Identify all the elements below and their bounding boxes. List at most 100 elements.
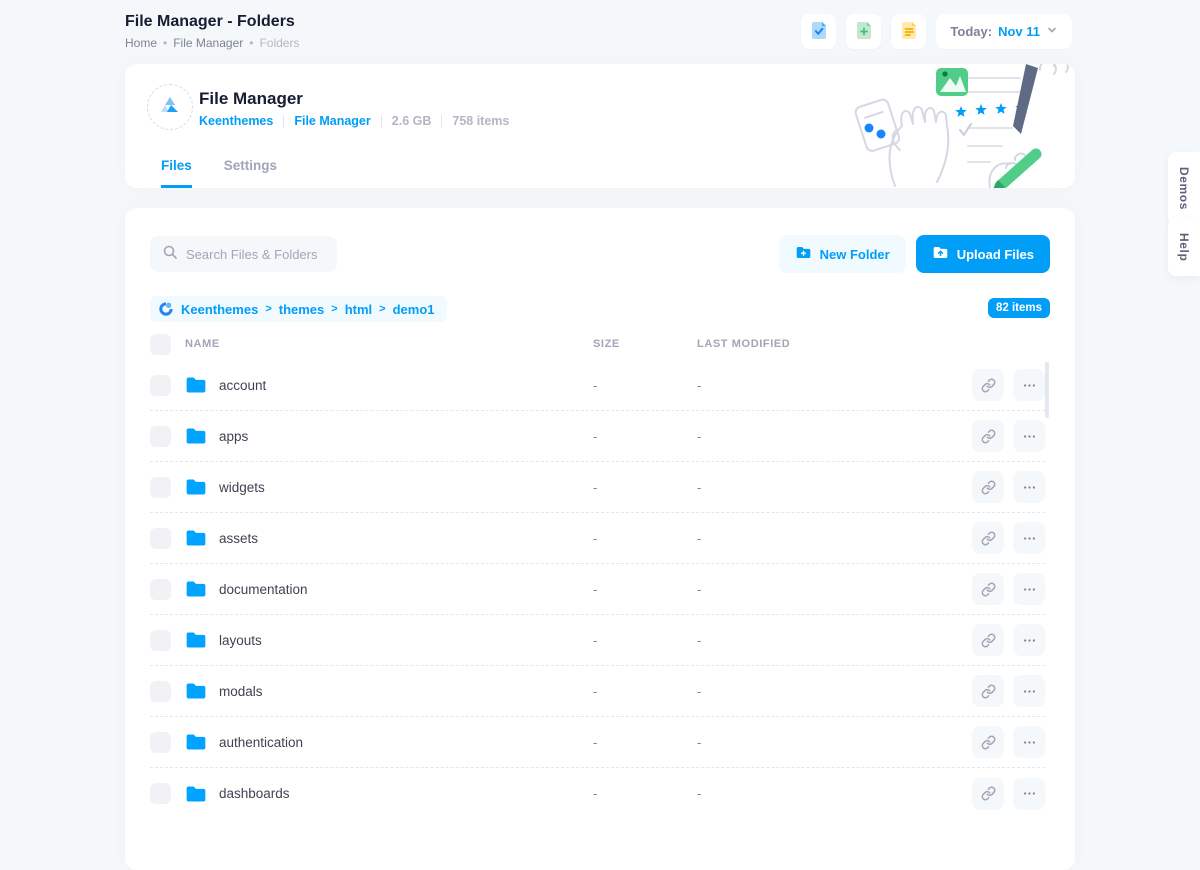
- file-name[interactable]: modals: [219, 684, 263, 699]
- row-checkbox[interactable]: [150, 630, 171, 651]
- folder-icon: [185, 731, 207, 753]
- path-separator: >: [331, 303, 337, 315]
- demos-side-tab[interactable]: Demos: [1168, 152, 1200, 225]
- file-size: -: [593, 429, 697, 444]
- row-checkbox[interactable]: [150, 375, 171, 396]
- folder-icon: [185, 476, 207, 498]
- column-header-size: SIZE: [593, 338, 697, 350]
- hero-meta: Keenthemes File Manager 2.6 GB 758 items: [199, 114, 509, 128]
- folder-icon: [185, 680, 207, 702]
- hero-title: File Manager: [199, 89, 303, 109]
- row-menu-button[interactable]: [1013, 726, 1045, 758]
- copy-link-button[interactable]: [972, 675, 1004, 707]
- date-label: Today:: [950, 24, 992, 39]
- row-checkbox[interactable]: [150, 732, 171, 753]
- new-folder-button[interactable]: New Folder: [779, 235, 906, 273]
- app-link[interactable]: File Manager: [294, 114, 370, 128]
- link-icon: [981, 429, 996, 444]
- copy-link-button[interactable]: [972, 726, 1004, 758]
- link-icon: [981, 378, 996, 393]
- file-size: -: [593, 582, 697, 597]
- file-name[interactable]: layouts: [219, 633, 262, 648]
- row-menu-button[interactable]: [1013, 624, 1045, 656]
- table-header: NAME SIZE LAST MODIFIED: [150, 330, 1045, 358]
- copy-link-button[interactable]: [972, 369, 1004, 401]
- divider: [283, 115, 284, 128]
- copy-link-button[interactable]: [972, 624, 1004, 656]
- row-checkbox[interactable]: [150, 426, 171, 447]
- file-lines-button[interactable]: [891, 14, 926, 49]
- path-segment-themes[interactable]: themes: [279, 302, 325, 317]
- path-breadcrumb: Keenthemes > themes > html > demo1: [150, 296, 447, 322]
- search-icon: [162, 244, 178, 265]
- ellipsis-icon: [1022, 531, 1037, 546]
- file-check-button[interactable]: [801, 14, 836, 49]
- table-row[interactable]: widgets - -: [150, 462, 1045, 513]
- table-row[interactable]: authentication - -: [150, 717, 1045, 768]
- row-menu-button[interactable]: [1013, 369, 1045, 401]
- row-checkbox[interactable]: [150, 528, 171, 549]
- row-checkbox[interactable]: [150, 783, 171, 804]
- row-checkbox[interactable]: [150, 477, 171, 498]
- copy-link-button[interactable]: [972, 471, 1004, 503]
- header-actions: Today: Nov 11: [801, 14, 1072, 49]
- copy-link-button[interactable]: [972, 420, 1004, 452]
- row-menu-button[interactable]: [1013, 420, 1045, 452]
- path-segment-html[interactable]: html: [345, 302, 372, 317]
- breadcrumb-file-manager[interactable]: File Manager: [173, 36, 243, 50]
- file-name[interactable]: widgets: [219, 480, 265, 495]
- table-row[interactable]: layouts - -: [150, 615, 1045, 666]
- file-name[interactable]: assets: [219, 531, 258, 546]
- file-name[interactable]: authentication: [219, 735, 303, 750]
- folder-icon: [185, 374, 207, 396]
- file-size: -: [593, 480, 697, 495]
- keenthemes-logo-icon: [158, 93, 182, 122]
- row-menu-button[interactable]: [1013, 573, 1045, 605]
- search-input[interactable]: [186, 247, 362, 262]
- table-row[interactable]: dashboards - -: [150, 768, 1045, 819]
- file-lines-icon: [899, 20, 919, 43]
- ellipsis-icon: [1022, 429, 1037, 444]
- file-modified: -: [697, 582, 969, 597]
- tab-files[interactable]: Files: [161, 158, 192, 188]
- table-row[interactable]: assets - -: [150, 513, 1045, 564]
- row-menu-button[interactable]: [1013, 522, 1045, 554]
- folder-plus-icon: [795, 244, 812, 264]
- date-picker-button[interactable]: Today: Nov 11: [936, 14, 1072, 49]
- copy-link-button[interactable]: [972, 778, 1004, 810]
- file-size: -: [593, 531, 697, 546]
- file-size: -: [593, 378, 697, 393]
- ellipsis-icon: [1022, 378, 1037, 393]
- file-plus-button[interactable]: [846, 14, 881, 49]
- file-modified: -: [697, 480, 969, 495]
- row-checkbox[interactable]: [150, 681, 171, 702]
- link-icon: [981, 684, 996, 699]
- table-row[interactable]: modals - -: [150, 666, 1045, 717]
- copy-link-button[interactable]: [972, 573, 1004, 605]
- file-name[interactable]: account: [219, 378, 266, 393]
- breadcrumb-home[interactable]: Home: [125, 36, 157, 50]
- table-scrollbar[interactable]: [1045, 362, 1049, 418]
- row-menu-button[interactable]: [1013, 471, 1045, 503]
- org-link[interactable]: Keenthemes: [199, 114, 273, 128]
- tab-settings[interactable]: Settings: [224, 158, 277, 188]
- row-checkbox[interactable]: [150, 579, 171, 600]
- file-name[interactable]: apps: [219, 429, 248, 444]
- total-items: 758 items: [452, 114, 509, 128]
- new-folder-label: New Folder: [820, 247, 890, 262]
- table-row[interactable]: documentation - -: [150, 564, 1045, 615]
- file-modified: -: [697, 735, 969, 750]
- path-segment-keenthemes[interactable]: Keenthemes: [181, 302, 258, 317]
- row-menu-button[interactable]: [1013, 778, 1045, 810]
- table-row[interactable]: account - -: [150, 360, 1045, 411]
- select-all-checkbox[interactable]: [150, 334, 171, 355]
- file-name[interactable]: dashboards: [219, 786, 290, 801]
- path-separator: >: [379, 303, 385, 315]
- file-name[interactable]: documentation: [219, 582, 308, 597]
- row-menu-button[interactable]: [1013, 675, 1045, 707]
- copy-link-button[interactable]: [972, 522, 1004, 554]
- upload-files-button[interactable]: Upload Files: [916, 235, 1050, 273]
- help-side-tab[interactable]: Help: [1168, 218, 1200, 276]
- path-segment-demo1[interactable]: demo1: [393, 302, 435, 317]
- table-row[interactable]: apps - -: [150, 411, 1045, 462]
